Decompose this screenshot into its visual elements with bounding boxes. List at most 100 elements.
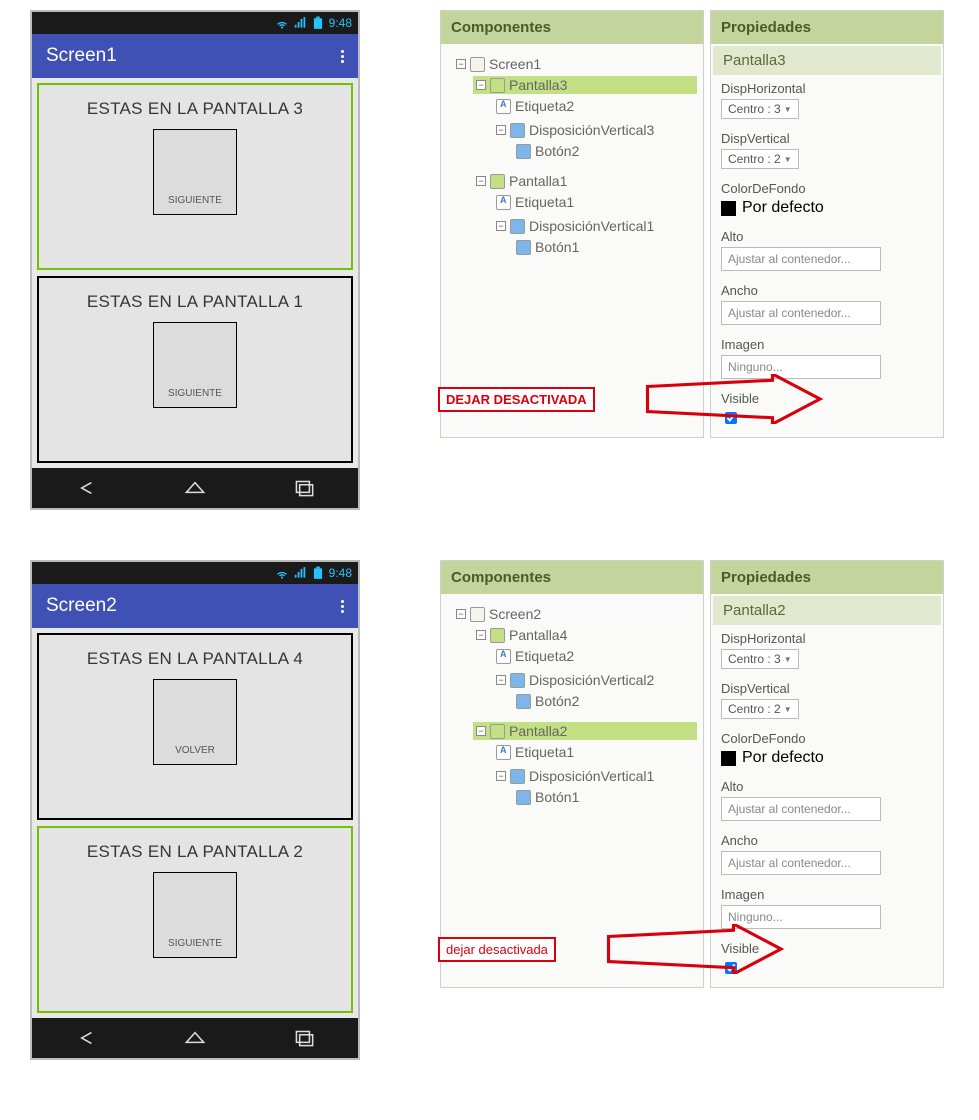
overflow-menu-icon[interactable]	[341, 600, 344, 613]
tree-node-dispv1[interactable]: −DisposiciónVertical1	[493, 217, 697, 235]
prop-height-label: Alto	[721, 779, 933, 794]
tree-node-etiqueta1[interactable]: Etiqueta1	[493, 193, 697, 211]
properties-panel: Propiedades Pantalla3 DispHorizontal Cen…	[710, 10, 944, 438]
collapse-icon[interactable]: −	[496, 771, 506, 781]
vbox-icon	[510, 219, 525, 234]
prop-bg-value[interactable]: Por defecto	[721, 749, 933, 767]
prop-width-input[interactable]: Ajustar al contenedor...	[721, 301, 881, 325]
signal-icon	[293, 16, 307, 30]
collapse-icon[interactable]: −	[456, 59, 466, 69]
collapse-icon[interactable]: −	[496, 675, 506, 685]
signal-icon	[293, 566, 307, 580]
pantalla2-label: ESTAS EN LA PANTALLA 2	[87, 842, 303, 862]
components-header: Componentes	[441, 561, 703, 594]
collapse-icon[interactable]: −	[476, 80, 486, 90]
collapse-icon[interactable]: −	[476, 176, 486, 186]
chevron-down-icon: ▼	[784, 105, 792, 114]
prop-image-input[interactable]: Ninguno...	[721, 905, 881, 929]
collapse-icon[interactable]: −	[496, 221, 506, 231]
components-panel: Componentes − Screen1 −	[440, 10, 704, 438]
siguiente-button[interactable]: SIGUIENTE	[168, 388, 222, 399]
tree-node-etiqueta2[interactable]: Etiqueta2	[493, 647, 697, 665]
tree-node-boton2[interactable]: Botón2	[513, 692, 697, 710]
tree-node-pantalla3[interactable]: − Pantalla3	[473, 76, 697, 94]
screen-icon	[470, 607, 485, 622]
selected-component-name: Pantalla3	[713, 46, 941, 75]
recent-icon[interactable]	[291, 475, 317, 501]
siguiente-button[interactable]: SIGUIENTE	[168, 195, 222, 206]
prop-image-label: Imagen	[721, 887, 933, 902]
wifi-icon	[275, 16, 289, 30]
status-bar: 9:48	[32, 562, 358, 584]
tree-node-screen2[interactable]: − Screen2	[453, 605, 697, 623]
pantalla4-button-box: VOLVER	[153, 679, 237, 765]
collapse-icon[interactable]: −	[476, 726, 486, 736]
prop-height-label: Alto	[721, 229, 933, 244]
tree-node-etiqueta2[interactable]: Etiqueta2	[493, 97, 697, 115]
prop-visible-checkbox[interactable]	[725, 962, 737, 974]
prop-disph-select[interactable]: Centro : 3▼	[721, 99, 799, 119]
overflow-menu-icon[interactable]	[341, 50, 344, 63]
siguiente-button[interactable]: SIGUIENTE	[168, 938, 222, 949]
properties-header: Propiedades	[711, 11, 943, 44]
label-icon	[496, 745, 511, 760]
prop-height-input[interactable]: Ajustar al contenedor...	[721, 247, 881, 271]
pantalla2-button-box: SIGUIENTE	[153, 872, 237, 958]
tree-node-boton1[interactable]: Botón1	[513, 238, 697, 256]
prop-dispv-label: DispVertical	[721, 131, 933, 146]
wifi-icon	[275, 566, 289, 580]
phone-mock-screen1: 9:48 Screen1 ESTAS EN LA PANTALLA 3 SIGU…	[30, 10, 360, 510]
prop-dispv-select[interactable]: Centro : 2▼	[721, 149, 799, 169]
pantalla3-label: ESTAS EN LA PANTALLA 3	[87, 99, 303, 119]
prop-height-input[interactable]: Ajustar al contenedor...	[721, 797, 881, 821]
layout-icon	[490, 628, 505, 643]
home-icon[interactable]	[182, 1025, 208, 1051]
tree-node-dispv3[interactable]: −DisposiciónVertical3	[493, 121, 697, 139]
recent-icon[interactable]	[291, 1025, 317, 1051]
tree-node-boton1[interactable]: Botón1	[513, 788, 697, 806]
app-title-bar: Screen2	[32, 584, 358, 628]
collapse-icon[interactable]: −	[496, 125, 506, 135]
tree-node-dispv2[interactable]: −DisposiciónVertical2	[493, 671, 697, 689]
tree-node-screen1[interactable]: − Screen1	[453, 55, 697, 73]
prop-bg-value[interactable]: Por defecto	[721, 199, 933, 217]
battery-icon	[311, 566, 325, 580]
label-icon	[496, 649, 511, 664]
pantalla3-layout: ESTAS EN LA PANTALLA 3 SIGUIENTE	[37, 83, 353, 270]
component-tree: − Screen2 − Pantalla4	[441, 594, 703, 878]
collapse-icon[interactable]: −	[456, 609, 466, 619]
tree-node-pantalla4[interactable]: − Pantalla4	[473, 626, 697, 644]
back-icon[interactable]	[73, 475, 99, 501]
tree-node-pantalla2[interactable]: − Pantalla2	[473, 722, 697, 740]
prop-bg-label: ColorDeFondo	[721, 731, 933, 746]
layout-icon	[490, 174, 505, 189]
properties-panel: Propiedades Pantalla2 DispHorizontal Cen…	[710, 560, 944, 988]
label-icon	[496, 99, 511, 114]
status-time: 9:48	[329, 566, 352, 580]
prop-width-label: Ancho	[721, 283, 933, 298]
vbox-icon	[510, 123, 525, 138]
prop-dispv-select[interactable]: Centro : 2▼	[721, 699, 799, 719]
button-icon	[516, 790, 531, 805]
collapse-icon[interactable]: −	[476, 630, 486, 640]
chevron-down-icon: ▼	[784, 655, 792, 664]
volver-button[interactable]: VOLVER	[175, 745, 215, 756]
status-time: 9:48	[329, 16, 352, 30]
screen-title: Screen2	[46, 595, 117, 617]
home-icon[interactable]	[182, 475, 208, 501]
prop-image-input[interactable]: Ninguno...	[721, 355, 881, 379]
tree-node-dispv1[interactable]: −DisposiciónVertical1	[493, 767, 697, 785]
chevron-down-icon: ▼	[784, 705, 792, 714]
android-nav-bar	[32, 468, 358, 508]
prop-disph-select[interactable]: Centro : 3▼	[721, 649, 799, 669]
tree-node-boton2[interactable]: Botón2	[513, 142, 697, 160]
prop-visible-checkbox[interactable]	[725, 412, 737, 424]
tree-node-etiqueta1[interactable]: Etiqueta1	[493, 743, 697, 761]
back-icon[interactable]	[73, 1025, 99, 1051]
button-icon	[516, 240, 531, 255]
screen-icon	[470, 57, 485, 72]
prop-width-input[interactable]: Ajustar al contenedor...	[721, 851, 881, 875]
prop-dispv-label: DispVertical	[721, 681, 933, 696]
tree-node-pantalla1[interactable]: − Pantalla1	[473, 172, 697, 190]
screen-title: Screen1	[46, 45, 117, 67]
